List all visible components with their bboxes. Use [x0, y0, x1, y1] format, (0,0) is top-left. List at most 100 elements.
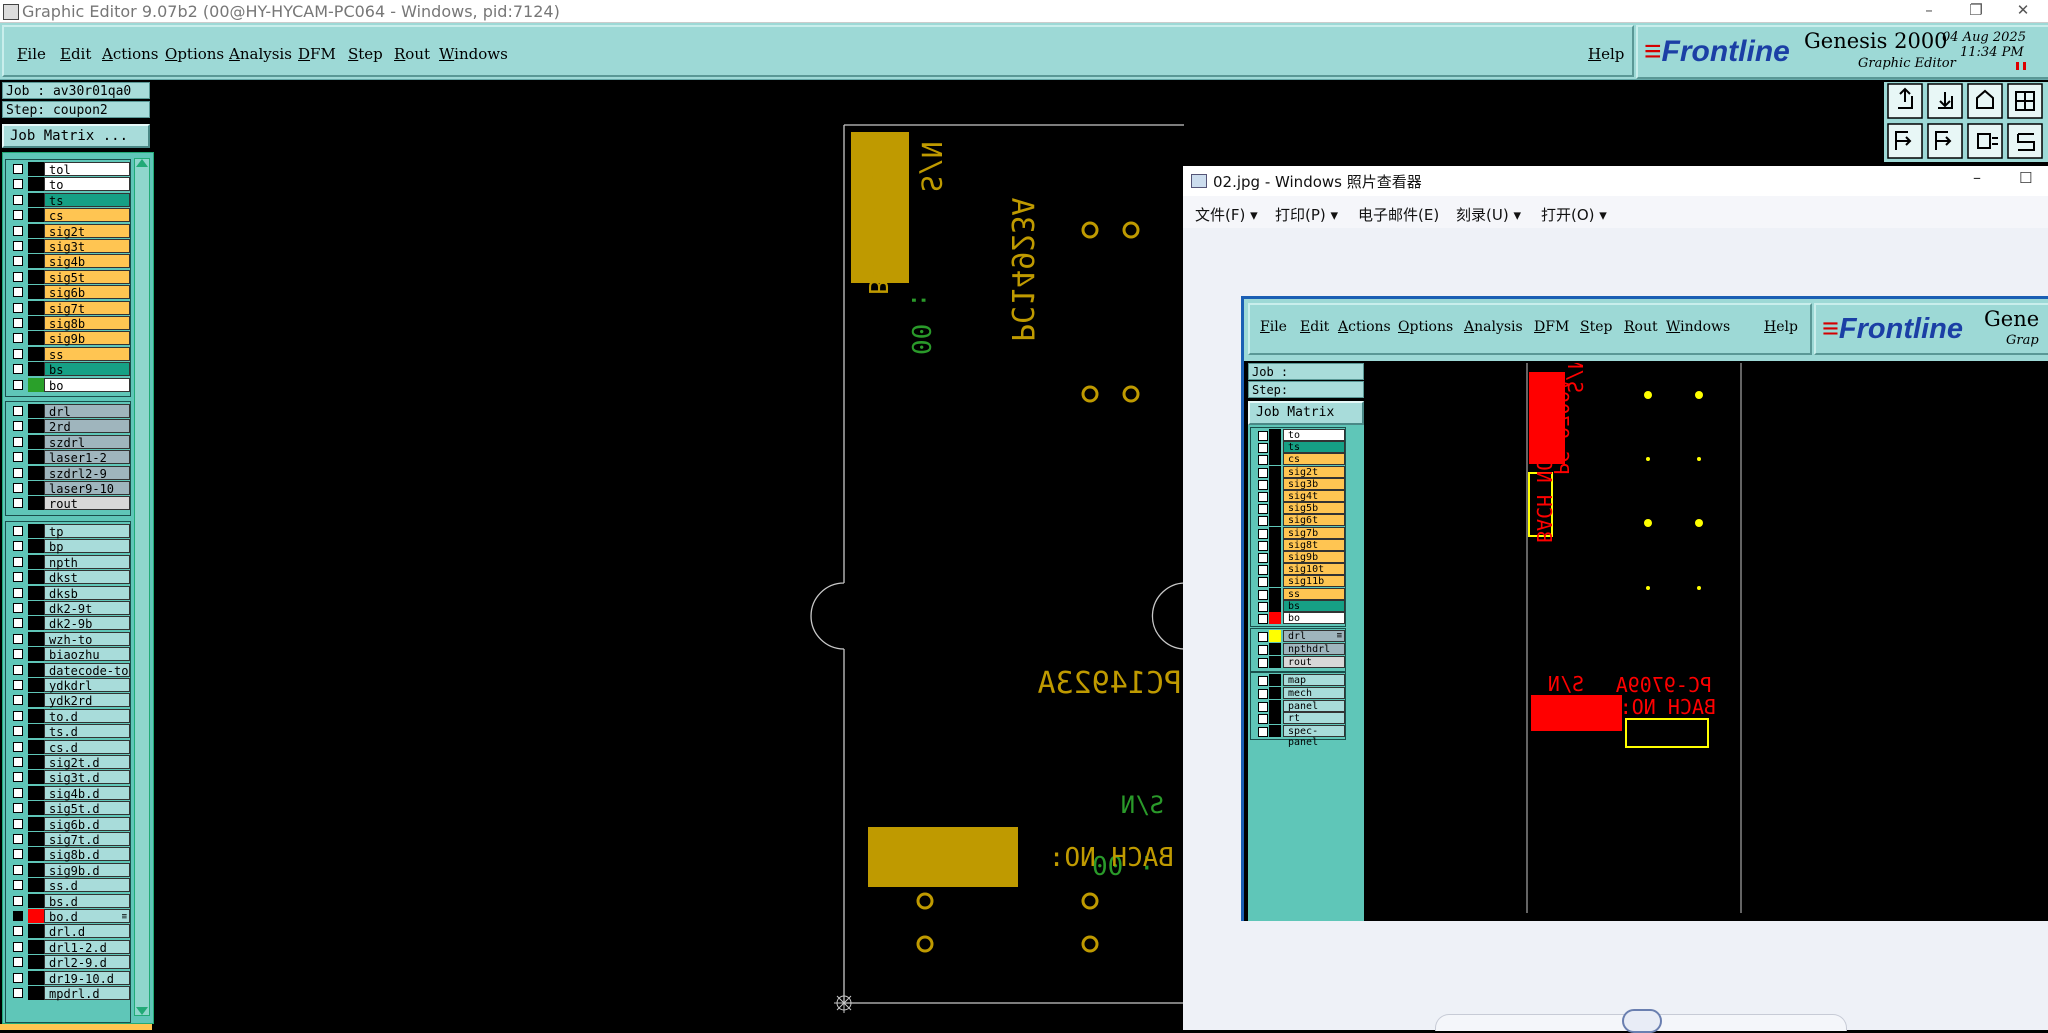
layer-color-swatch[interactable] [1269, 441, 1281, 454]
layer-checkbox[interactable] [13, 164, 23, 174]
layer-checkbox[interactable] [1258, 553, 1268, 563]
layer-row[interactable]: drl2-9.d [10, 955, 130, 970]
layer-color-swatch[interactable] [1269, 563, 1281, 576]
layer-color-swatch[interactable] [28, 647, 44, 662]
layer-checkbox[interactable] [13, 818, 23, 829]
layer-row[interactable]: sig11b [1255, 575, 1345, 588]
layer-checkbox[interactable] [13, 926, 23, 937]
layer-color-swatch[interactable] [28, 285, 44, 300]
menu-step[interactable]: Step [348, 45, 383, 63]
layer-color-swatch[interactable] [28, 419, 44, 434]
layer-checkbox[interactable] [1258, 632, 1268, 642]
layer-row[interactable]: sig6b.d [10, 816, 130, 832]
layer-row[interactable]: ss.d [10, 878, 130, 893]
layer-checkbox[interactable] [13, 572, 23, 583]
layer-checkbox[interactable] [13, 680, 23, 690]
layer-row[interactable]: sig2t [10, 223, 130, 239]
layer-checkbox[interactable] [13, 695, 23, 706]
layer-row[interactable]: to [1255, 429, 1345, 441]
close-button[interactable]: ✕ [2012, 1, 2034, 21]
layer-checkbox[interactable] [13, 941, 23, 952]
layer-color-swatch[interactable] [1269, 502, 1281, 515]
menu-analysis[interactable]: Analysis [229, 45, 292, 63]
layer-name[interactable]: sig7t.d [44, 832, 130, 847]
restore-button[interactable]: ❐ [1965, 1, 1987, 21]
layer-row[interactable]: laser9-10 [10, 481, 130, 496]
layer-color-swatch[interactable] [1269, 643, 1281, 655]
layer-row[interactable]: sig10t [1255, 563, 1345, 576]
layer-checkbox[interactable] [1258, 701, 1268, 712]
viewer-menu-burn[interactable]: 刻录(U) ▾ [1456, 204, 1521, 225]
layer-checkbox[interactable] [13, 179, 23, 190]
layer-checkbox[interactable] [13, 664, 23, 675]
layer-checkbox[interactable] [1258, 540, 1268, 551]
layer-checkbox[interactable] [13, 467, 23, 478]
layer-checkbox[interactable] [13, 452, 23, 463]
layer-name[interactable]: sig8t [1283, 538, 1345, 551]
layer-color-swatch[interactable] [28, 223, 44, 238]
layer-row[interactable]: sig4t [1255, 490, 1345, 502]
layer-row[interactable]: drl1-2.d [10, 939, 130, 955]
layer-row[interactable]: drl [10, 404, 130, 419]
viewer-menu-print[interactable]: 打印(P) ▾ [1275, 204, 1338, 225]
layer-name[interactable]: drl [44, 404, 130, 419]
slideshow-icon[interactable] [1622, 1009, 1662, 1033]
layer-checkbox[interactable] [1258, 645, 1268, 655]
layer-color-swatch[interactable] [28, 631, 44, 646]
layer-name[interactable]: dksb [44, 585, 130, 601]
layer-color-swatch[interactable] [28, 909, 44, 923]
layer-row[interactable]: cs [10, 208, 130, 223]
layer-checkbox[interactable] [13, 741, 23, 752]
layer-checkbox[interactable] [13, 633, 23, 644]
layer-row[interactable]: mpdrl.d [10, 986, 130, 1001]
menu-file[interactable]: File [17, 45, 46, 63]
minimize-button[interactable]: – [1918, 1, 1940, 21]
layer-name[interactable]: sig6b.d [44, 816, 130, 832]
layer-checkbox[interactable] [13, 757, 23, 767]
layer-name[interactable]: ydkdrl [44, 678, 130, 693]
layer-name[interactable]: to [44, 177, 130, 192]
layer-color-swatch[interactable] [28, 269, 44, 284]
layer-name[interactable]: sig2t [1283, 465, 1345, 478]
layer-row[interactable]: sig7t [10, 300, 130, 316]
layer-checkbox[interactable] [1258, 479, 1268, 490]
layer-color-swatch[interactable] [1269, 465, 1281, 478]
layer-color-swatch[interactable] [28, 847, 44, 862]
layer-color-swatch[interactable] [1269, 453, 1281, 466]
layer-row[interactable]: sig5t.d [10, 801, 130, 816]
layer-color-swatch[interactable] [1269, 712, 1281, 725]
layer-checkbox[interactable] [13, 957, 23, 968]
layer-name[interactable]: 2rd [44, 419, 130, 434]
layer-row[interactable]: cs.d [10, 739, 130, 755]
layer-name[interactable]: sig9b [1283, 551, 1345, 563]
layer-color-swatch[interactable] [28, 254, 44, 269]
layer-row[interactable]: sig9b [10, 331, 130, 346]
layer-color-swatch[interactable] [1269, 429, 1281, 441]
layer-name[interactable]: sig8b [44, 316, 130, 331]
graphic-canvas[interactable]: S/N BACH NO: 00 : PC14923A PC14923A S/N … [152, 80, 1184, 1030]
layer-name[interactable]: drl1-2.d [44, 939, 130, 955]
layer-color-swatch[interactable] [28, 362, 44, 377]
layer-row[interactable]: ts [1255, 441, 1345, 454]
layer-checkbox[interactable] [1258, 565, 1268, 576]
layer-color-swatch[interactable] [1269, 526, 1281, 539]
layer-color-swatch[interactable] [28, 708, 44, 723]
layer-row[interactable]: sig6b [10, 285, 130, 300]
layer-checkbox[interactable] [1258, 577, 1268, 588]
layer-row[interactable]: bo [10, 377, 130, 393]
layer-color-swatch[interactable] [28, 616, 44, 631]
layer-name[interactable]: rout [1283, 656, 1345, 668]
layer-color-swatch[interactable] [1269, 699, 1281, 712]
layer-row[interactable]: sig3t [10, 239, 130, 254]
layer-color-swatch[interactable] [28, 585, 44, 600]
layer-name[interactable]: sig2t [44, 223, 130, 239]
layer-color-swatch[interactable] [28, 678, 44, 692]
layer-row[interactable]: bs.d [10, 893, 130, 909]
layer-color-swatch[interactable] [28, 300, 44, 315]
layer-row[interactable]: ydkdrl [10, 678, 130, 693]
layer-checkbox[interactable] [13, 803, 23, 814]
layer-color-swatch[interactable] [28, 785, 44, 800]
layer-name[interactable]: ts.d [44, 724, 130, 739]
layer-name[interactable]: npth [44, 554, 130, 570]
layer-color-swatch[interactable] [1269, 538, 1281, 551]
